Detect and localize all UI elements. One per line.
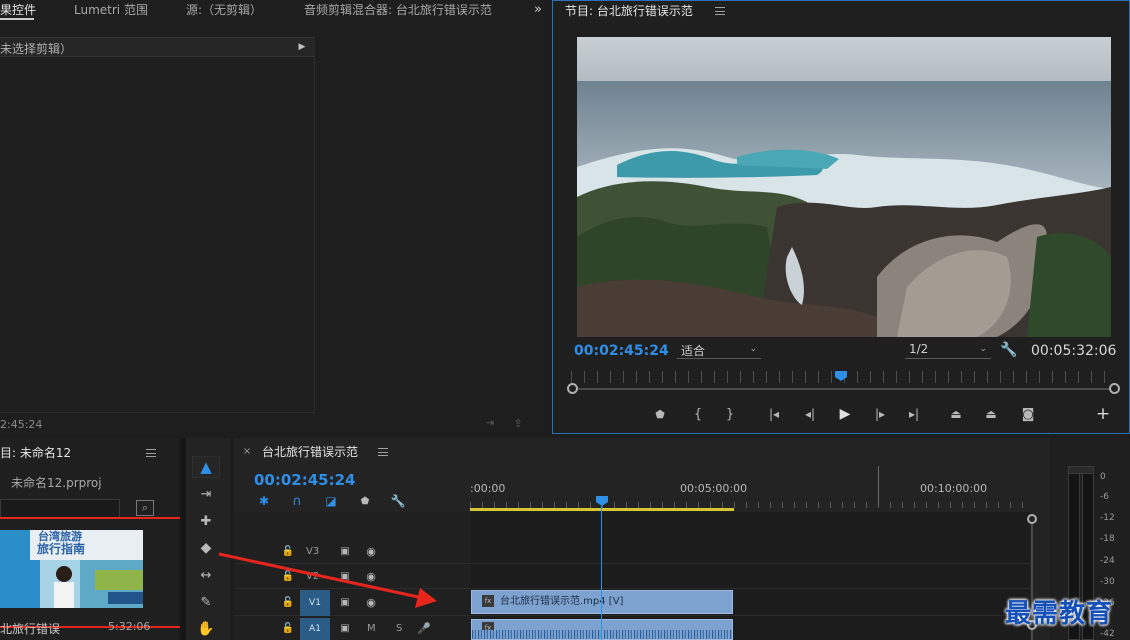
step-back-icon[interactable]: ◂| [801,406,819,422]
meter-tick-4: -24 [1100,556,1115,566]
chevron-down-icon: ⌄ [979,344,987,354]
meter-peak-top [1068,466,1094,474]
timeline-tab-title[interactable]: 台北旅行错误示范 [262,443,358,460]
program-current-time[interactable]: 00:02:45:24 [574,343,669,359]
video-clip[interactable]: fx 台北旅行错误示范.mp4 [V] [471,590,733,614]
timeline-ruler[interactable]: :00:00 00:05:00:00 00:10:00:00 [470,464,1026,510]
filter-icon[interactable]: ⇥ [482,416,498,430]
step-forward-icon[interactable]: |▸ [871,406,889,422]
effect-controls-body [0,58,315,413]
add-marker-icon[interactable]: ⬟ [653,406,667,422]
lift-icon[interactable]: ⏏ [947,406,965,422]
project-clip-name: 北旅行错误 [0,622,61,636]
project-panel-title[interactable]: 目: 未命名12 [0,444,71,461]
linked-selection-icon[interactable]: ◪ [323,493,339,509]
snap-icon[interactable]: ∩ [289,493,305,509]
effect-controls-clip-row: 未选择剪辑） ▶ [0,37,315,57]
camera-icon[interactable]: ◙ [1019,406,1037,422]
export-icon[interactable]: ⇪ [510,416,526,430]
program-menu-icon[interactable] [715,7,725,15]
program-fit-dropdown[interactable]: 适合 ⌄ [677,341,761,359]
work-area-bar[interactable] [470,508,734,511]
lock-icon[interactable]: 🔓 [282,621,294,635]
tab-effect-controls[interactable]: 果控件 [0,1,36,18]
ocean-scene-image [577,37,1111,337]
mark-in-icon[interactable]: { [691,406,705,422]
program-resolution-dropdown[interactable]: 1/2 ⌄ [905,341,991,359]
extract-icon[interactable]: ⏏ [982,406,1000,422]
watermark-logo-text: 最需教育 [1005,599,1114,629]
selection-tool-icon[interactable]: ▲ [192,456,220,478]
solo-button[interactable]: S [396,623,402,634]
scrollbar-left-handle[interactable] [567,383,578,394]
timeline-playhead-line [601,506,602,640]
track-name-a1[interactable]: A1 [300,618,330,640]
nest-toggle-icon[interactable]: ✱ [256,493,272,509]
meter-tick-1: -6 [1100,492,1109,502]
go-to-out-icon[interactable]: ▸| [905,406,923,422]
video-clip-name: 台北旅行错误示范.mp4 [V] [500,596,624,607]
fit-dropdown-label: 适合 [681,344,706,358]
find-icon[interactable]: ⌕ [136,500,154,516]
tab-lumetri-scopes[interactable]: Lumetri 范围 [74,1,148,18]
audio-clip[interactable]: fx [471,619,733,640]
add-marker-icon[interactable]: ⬟ [357,493,373,509]
tab-program[interactable]: 节目: 台北旅行错误示范 [565,2,693,19]
timeline-menu-icon[interactable] [378,448,388,456]
audio-waveform [472,630,732,639]
no-clip-selected-text: 未选择剪辑） [0,42,73,56]
meter-tick-0: 0 [1100,472,1106,482]
plus-icon[interactable]: + [1095,404,1111,424]
ripple-edit-tool-icon[interactable]: ✚ [192,510,220,532]
mark-out-icon[interactable]: } [723,406,737,422]
project-clip-duration: 5:32:06 [108,620,151,633]
annotation-highlight-box [0,517,186,628]
meter-tick-2: -12 [1100,513,1115,523]
camera-output-icon[interactable]: ▣ [338,621,352,635]
project-panel: 目: 未命名12 未命名12.prproj ⌕ 台湾旅游 旅行指南 北旅行错误 … [0,438,186,640]
close-icon[interactable]: × [242,445,252,457]
tab-source[interactable]: 源:（无剪辑） [186,1,262,18]
scrollbar-right-handle[interactable] [1109,383,1120,394]
mute-button[interactable]: M [367,623,376,634]
meter-tick-7: -42 [1100,629,1115,639]
microphone-icon[interactable]: 🎤 [417,620,431,636]
active-tab-underline [0,18,34,20]
go-to-in-icon[interactable]: |◂ [765,406,783,422]
track-select-tool-icon[interactable]: ⇥ [192,483,220,505]
tab-audio-clip-mixer[interactable]: 音频剪辑混合器: 台北旅行错误示范 [304,1,510,18]
project-file-name: 未命名12.prproj [11,476,102,490]
annotation-arrow [218,552,437,608]
timeline-settings-wrench-icon[interactable]: 🔧 [390,493,406,509]
hand-tool-icon[interactable]: ✋ [192,618,220,640]
chevron-down-icon: ⌄ [749,344,757,354]
meter-tick-5: -30 [1100,577,1115,587]
program-scrollbar-track[interactable] [569,388,1117,390]
project-menu-icon[interactable] [146,449,156,457]
effect-controls-panel: 果控件 Lumetri 范围 源:（无剪辑） 音频剪辑混合器: 台北旅行错误示范… [0,0,549,432]
vscroll-top-handle[interactable] [1027,514,1037,524]
ruler-major-tick [878,466,879,506]
double-chevron-right-icon[interactable]: » [530,0,546,18]
effect-controls-timecode: 2:45:24 [0,418,43,431]
program-duration: 00:05:32:06 [1031,343,1117,359]
project-search-input[interactable] [0,499,120,519]
play-triangle-icon[interactable]: ▶ [297,40,307,54]
fx-badge-icon: fx [482,595,494,607]
program-video-frame [577,37,1111,337]
timeline-timecode[interactable]: 00:02:45:24 [254,471,356,489]
ruler-label-0: :00:00 [470,482,506,495]
ruler-label-2: 00:10:00:00 [920,482,988,495]
meter-tick-3: -18 [1100,534,1115,544]
program-monitor-panel: 节目: 台北旅行错误示范 00:02:45:24 适合 ⌄ 1/2 ⌄ 🔧 00… [552,0,1130,434]
play-icon[interactable]: ▶ [836,405,854,423]
ruler-label-1: 00:05:00:00 [680,482,748,495]
wrench-icon[interactable]: 🔧 [1000,342,1017,358]
resolution-dropdown-label: 1/2 [909,342,929,356]
